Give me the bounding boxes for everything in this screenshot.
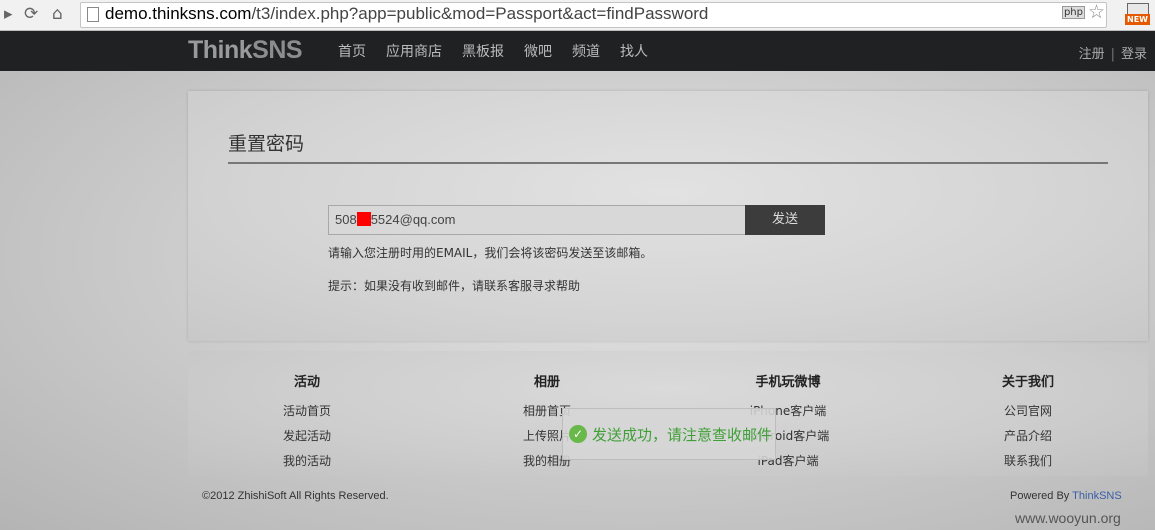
email-hint-text: 请输入您注册时用的EMAIL，我们会将该密码发送至该邮箱。 [328,246,653,260]
copyright-text: ©2012 ZhishiSoft All Rights Reserved. [202,490,389,502]
nav-item-channel[interactable]: 频道 [572,41,600,61]
nav-item-home[interactable]: 首页 [338,41,366,61]
footer-link[interactable]: 产品介绍 [958,424,1098,449]
reload-icon[interactable]: ⟳ [24,4,38,24]
footer-column-activity: 活动 活动首页 发起活动 我的活动 [237,371,377,474]
watermark: www.wooyun.org [1015,510,1121,526]
browser-toolbar: ▸ ⟳ ⌂ demo.thinksns.com/t3/index.php?app… [0,0,1155,31]
url-text: demo.thinksns.com/t3/index.php?app=publi… [105,4,709,23]
success-check-icon: ✓ [569,425,587,443]
thinksns-logo[interactable]: ThinkSNS [188,36,303,65]
home-icon[interactable]: ⌂ [52,4,63,24]
success-toast: ✓ 发送成功，请注意查收邮件 [562,408,776,460]
page-title: 重置密码 [228,133,305,155]
page-icon [87,7,99,22]
nav-item-find-people[interactable]: 找人 [620,41,648,61]
footer-column-title: 活动 [293,375,320,390]
register-link[interactable]: 注册 [1079,47,1105,62]
site-header: ThinkSNS 首页 应用商店 黑板报 微吧 频道 找人 注册 | 登录 [0,31,1155,71]
title-divider [228,162,1108,164]
footer-link[interactable]: 发起活动 [237,424,377,449]
user-links: 注册 | 登录 [1078,47,1147,62]
login-link[interactable]: 登录 [1121,47,1147,62]
footer-link[interactable]: 我的活动 [237,449,377,474]
footer-link[interactable]: 活动首页 [237,399,377,424]
back-arrow-icon[interactable]: ▸ [4,4,13,24]
footer-column-title: 相册 [533,375,560,390]
thinksns-link[interactable]: ThinkSNS [1072,490,1122,502]
help-hint-text: 提示：如果没有收到邮件，请联系客服寻求帮助 [328,279,581,293]
bookmark-star-icon[interactable]: ☆ [1088,1,1105,23]
send-button[interactable]: 发送 [745,205,825,235]
reset-password-card: 重置密码 508 5524@qq.com 发送 请输入您注册时用的EMAIL，我们… [188,91,1148,341]
email-field[interactable]: 508 5524@qq.com [328,205,752,235]
php-extension-icon[interactable]: php [1061,6,1085,19]
footer-link[interactable]: 公司官网 [958,399,1098,424]
new-extension-icon[interactable]: NEW [1125,3,1150,25]
main-nav: 首页 应用商店 黑板报 微吧 频道 找人 [338,41,648,61]
nav-item-app-store[interactable]: 应用商店 [386,41,442,61]
footer-column-about: 关于我们 公司官网 产品介绍 联系我们 [958,371,1098,474]
toast-message: 发送成功，请注意查收邮件 [592,426,773,444]
powered-by-text: Powered By ThinkSNS [1010,490,1122,502]
nav-item-weiba[interactable]: 微吧 [524,41,552,61]
footer-column-title: 手机玩微博 [755,375,821,390]
footer-column-title: 关于我们 [1001,375,1054,390]
address-bar[interactable]: demo.thinksns.com/t3/index.php?app=publi… [80,2,1107,28]
footer-link[interactable]: 联系我们 [958,449,1098,474]
redaction-mask [356,212,371,226]
nav-item-blackboard[interactable]: 黑板报 [462,41,504,61]
